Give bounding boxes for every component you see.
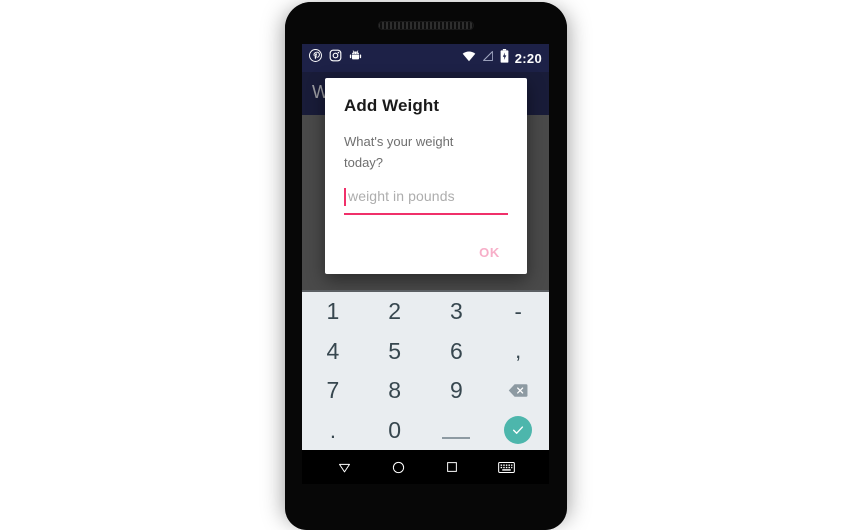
key-enter[interactable] <box>487 411 549 451</box>
weight-input[interactable]: weight in pounds <box>344 187 508 216</box>
square-recents-icon <box>447 462 458 472</box>
key-backspace[interactable] <box>487 371 549 411</box>
keyboard-key-grid: 1 2 3 - 4 5 6, 7 8 9. 0 <box>302 292 549 450</box>
status-bar: 2:20 <box>302 44 549 72</box>
key-5[interactable]: 5 <box>364 332 426 372</box>
enter-key-circle <box>504 416 533 445</box>
key-6-label: 6 <box>449 337 463 364</box>
key-minus-label: - <box>514 298 522 324</box>
dialog-title: Add Weight <box>344 96 440 115</box>
dialog-actions: OK <box>344 241 508 264</box>
status-bar-clock: 2:20 <box>514 50 542 66</box>
key-4[interactable]: 4 <box>302 332 364 372</box>
phone-device-frame: 2:20 W Add Weight What's your weight tod… <box>285 2 567 530</box>
speaker-grille-icon <box>378 21 474 30</box>
dialog-message: What's your weight today? <box>344 134 454 171</box>
instagram-icon <box>329 49 342 67</box>
key-2-label: 2 <box>388 298 402 325</box>
backspace-icon <box>508 384 528 398</box>
phone-screen: 2:20 W Add Weight What's your weight tod… <box>302 44 549 450</box>
nav-recents-button[interactable] <box>437 452 467 482</box>
key-2[interactable]: 2 <box>364 292 426 332</box>
keyboard-icon <box>497 461 515 473</box>
key-3[interactable]: 3 <box>426 292 488 332</box>
status-bar-left-icons <box>309 49 362 67</box>
key-period[interactable]: . <box>302 411 364 451</box>
key-7-label: 7 <box>326 377 340 404</box>
key-9-label: 9 <box>449 377 463 404</box>
nav-back-button[interactable] <box>330 452 360 482</box>
navigation-bar <box>302 450 549 484</box>
circle-home-icon <box>393 461 405 473</box>
key-8-label: 8 <box>388 377 402 404</box>
pinterest-icon <box>309 49 322 67</box>
key-7[interactable]: 7 <box>302 371 364 411</box>
key-period-label: . <box>329 418 336 443</box>
key-5-label: 5 <box>388 337 402 364</box>
ok-button[interactable]: OK <box>471 241 508 264</box>
key-comma-label: , <box>515 338 522 364</box>
phone-body: 2:20 W Add Weight What's your weight tod… <box>285 2 567 530</box>
key-0-label: 0 <box>388 416 402 443</box>
key-0[interactable]: 0 <box>364 411 426 451</box>
key-minus[interactable]: - <box>487 292 549 332</box>
cellular-signal-off-icon <box>482 49 494 67</box>
space-bar-icon <box>442 437 471 439</box>
text-caret <box>344 188 346 207</box>
key-comma[interactable]: , <box>487 332 549 372</box>
add-weight-dialog: Add Weight What's your weight today? wei… <box>325 78 527 275</box>
nav-home-button[interactable] <box>384 452 414 482</box>
wifi-icon <box>462 49 476 67</box>
battery-charging-icon <box>500 48 509 68</box>
key-6[interactable]: 6 <box>426 332 488 372</box>
nav-keyboard-button[interactable] <box>491 452 521 482</box>
key-8[interactable]: 8 <box>364 371 426 411</box>
numeric-keyboard: 1 2 3 - 4 5 6, 7 8 9. 0 <box>302 290 549 450</box>
status-bar-right-icons: 2:20 <box>462 48 542 68</box>
key-4-label: 4 <box>326 337 340 364</box>
key-1-label: 1 <box>326 298 340 325</box>
key-3-label: 3 <box>449 298 463 325</box>
weight-input-placeholder: weight in pounds <box>348 188 455 205</box>
key-9[interactable]: 9 <box>426 371 488 411</box>
triangle-back-icon <box>339 463 351 472</box>
key-1[interactable]: 1 <box>302 292 364 332</box>
check-icon <box>513 426 524 435</box>
android-robot-icon <box>349 49 362 67</box>
key-space[interactable] <box>426 411 488 451</box>
